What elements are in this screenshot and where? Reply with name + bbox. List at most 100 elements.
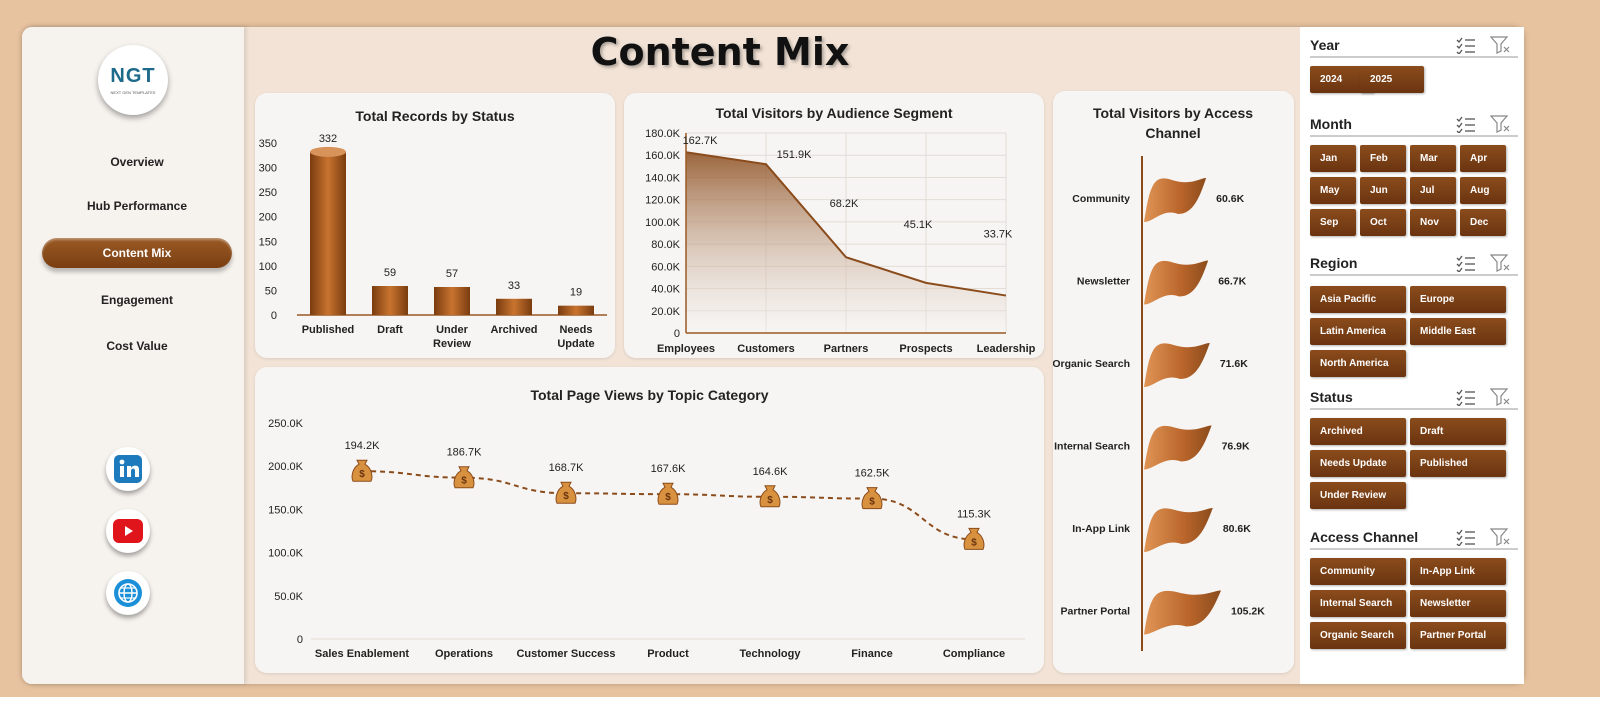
slicer-button[interactable]: North America — [1310, 350, 1406, 377]
data-label: 66.7K — [1218, 276, 1246, 288]
slicer-button[interactable]: May — [1310, 177, 1356, 204]
slicer-button[interactable]: Needs Update — [1310, 450, 1406, 477]
linkedin-button[interactable] — [106, 447, 150, 491]
slicer-button[interactable]: Jan — [1310, 145, 1356, 172]
money-bag-icon: $ — [555, 481, 577, 504]
bag-symbol: $ — [359, 469, 365, 480]
linkedin-icon — [114, 455, 142, 483]
multi-select-icon[interactable] — [1456, 528, 1476, 547]
multi-select-icon[interactable] — [1456, 254, 1476, 273]
access-channel-chart: Community 60.6K Newsletter 66.7K Organic Sea… — [1053, 156, 1265, 651]
flag-bar — [1144, 425, 1212, 470]
slicer-button[interactable]: In-App Link — [1410, 558, 1506, 585]
data-label: 60.6K — [1216, 193, 1244, 205]
slicer-button[interactable]: Jul — [1410, 177, 1456, 204]
x-tick-label: Employees — [657, 343, 715, 355]
x-tick-label: Published — [302, 324, 355, 336]
slicer-button[interactable]: Europe — [1410, 286, 1506, 313]
slicer-title: Access Channel — [1310, 529, 1419, 545]
status-chart-card: Total Records by Status 0 50 100 150 200 250 3… — [255, 93, 615, 358]
nav-hub-performance[interactable]: Hub Performance — [42, 191, 232, 221]
slicer-button[interactable]: Latin America — [1310, 318, 1406, 345]
multi-select-icon[interactable] — [1456, 388, 1476, 407]
x-tick-label: Leadership — [977, 343, 1036, 355]
logo-text: NGT — [110, 65, 156, 87]
bar — [558, 305, 594, 315]
flag-bar — [1144, 178, 1207, 222]
slicer-button[interactable]: Asia Pacific — [1310, 286, 1406, 313]
money-bag-icon: $ — [963, 527, 985, 550]
sidebar: NGT NEXT GEN TEMPLATES Overview Hub Perf… — [22, 27, 244, 684]
x-tick-label: Sales Enablement — [315, 648, 409, 660]
audience-chart-card: Total Visitors by Audience Segment 0 20.0… — [624, 93, 1044, 358]
website-button[interactable] — [106, 571, 150, 615]
clear-filter-icon[interactable] — [1489, 115, 1510, 133]
slicer-button[interactable]: Dec — [1460, 209, 1506, 236]
multi-select-icon[interactable] — [1456, 36, 1476, 55]
multi-select-icon[interactable] — [1456, 115, 1476, 134]
slicer-button[interactable]: Aug — [1460, 177, 1506, 204]
slicer-header: Region — [1310, 250, 1518, 276]
bar-cap — [310, 146, 346, 157]
slicer-button[interactable]: Apr — [1460, 145, 1506, 172]
slicer-button[interactable]: Draft — [1410, 418, 1506, 445]
slicer-button[interactable]: Community — [1310, 558, 1406, 585]
slicer-button[interactable]: Middle East — [1410, 318, 1506, 345]
slicer-button[interactable]: Organic Search — [1310, 622, 1406, 649]
access-channel-chart-card: Total Visitors by Access Channel Communi… — [1053, 91, 1294, 673]
bar — [310, 151, 346, 315]
page-title: Content Mix — [590, 30, 850, 74]
money-bag-icon: $ — [453, 466, 475, 489]
y-tick-label: 250 — [259, 187, 277, 199]
data-label: 19 — [570, 287, 582, 299]
nav-content-mix[interactable]: Content Mix — [42, 238, 232, 268]
slicer-button[interactable]: Nov — [1410, 209, 1456, 236]
slicer-title: Status — [1310, 389, 1353, 405]
slicer-status: Status Archived Draft Needs Update Published… — [1310, 384, 1518, 509]
clear-filter-icon[interactable] — [1489, 254, 1510, 272]
slicer-button[interactable]: Archived — [1310, 418, 1406, 445]
y-tick-label: 0 — [271, 310, 277, 322]
slicer-button[interactable]: Under Review — [1310, 482, 1406, 509]
y-tick-label: 80.0K — [651, 239, 680, 251]
slicer-button[interactable]: Sep — [1310, 209, 1356, 236]
y-tick-label: 200.0K — [268, 461, 304, 473]
bar — [496, 298, 532, 315]
x-tick-label: Technology — [740, 648, 802, 660]
globe-icon — [114, 579, 142, 607]
slicer-button[interactable]: Feb — [1360, 145, 1406, 172]
youtube-button[interactable] — [106, 509, 150, 553]
slicer-month: Month Jan Feb Mar Apr May Jun Jul Aug Sep Oct Nov De… — [1310, 111, 1518, 236]
y-tick-label: 40.0K — [651, 284, 680, 296]
nav-overview[interactable]: Overview — [42, 147, 232, 177]
slicer-button[interactable]: Internal Search — [1310, 590, 1406, 617]
nav-cost-value[interactable]: Cost Value — [42, 331, 232, 361]
data-label: 45.1K — [904, 219, 933, 231]
slicer-button[interactable]: Partner Portal — [1410, 622, 1506, 649]
slicer-button[interactable]: Newsletter — [1410, 590, 1506, 617]
slicer-button[interactable]: Oct — [1360, 209, 1406, 236]
data-label: 68.2K — [830, 198, 859, 210]
clear-filter-icon[interactable] — [1489, 36, 1510, 54]
status-bar-chart: 0 50 100 150 200 250 300 350 332 Published 59 Draft… — [259, 133, 607, 350]
slicer-button[interactable]: 2025 — [1360, 66, 1424, 93]
youtube-icon — [113, 519, 143, 543]
clear-filter-icon[interactable] — [1489, 528, 1510, 546]
y-tick-label: 0 — [297, 634, 303, 646]
y-tick-label: 300 — [259, 163, 277, 175]
flag-bar — [1144, 343, 1210, 387]
slicer-button[interactable]: Mar — [1410, 145, 1456, 172]
y-tick-label: 350 — [259, 138, 277, 150]
nav-engagement[interactable]: Engagement — [42, 285, 232, 315]
audience-area-chart: 0 20.0K 40.0K 60.0K 80.0K 100.0K 120.0K 140.0K 1… — [645, 128, 1036, 355]
y-tick-label: 150.0K — [268, 504, 304, 516]
y-tick-label: 60.0K — [651, 261, 680, 273]
money-bag-icon: $ — [351, 459, 373, 482]
bar — [434, 286, 470, 315]
y-tick-label: Organic Search — [1053, 358, 1130, 370]
slicer-button[interactable]: Jun — [1360, 177, 1406, 204]
clear-filter-icon[interactable] — [1489, 388, 1510, 406]
slicer-button[interactable]: Published — [1410, 450, 1506, 477]
flag-bar — [1144, 508, 1213, 552]
data-label: 151.9K — [777, 149, 813, 161]
